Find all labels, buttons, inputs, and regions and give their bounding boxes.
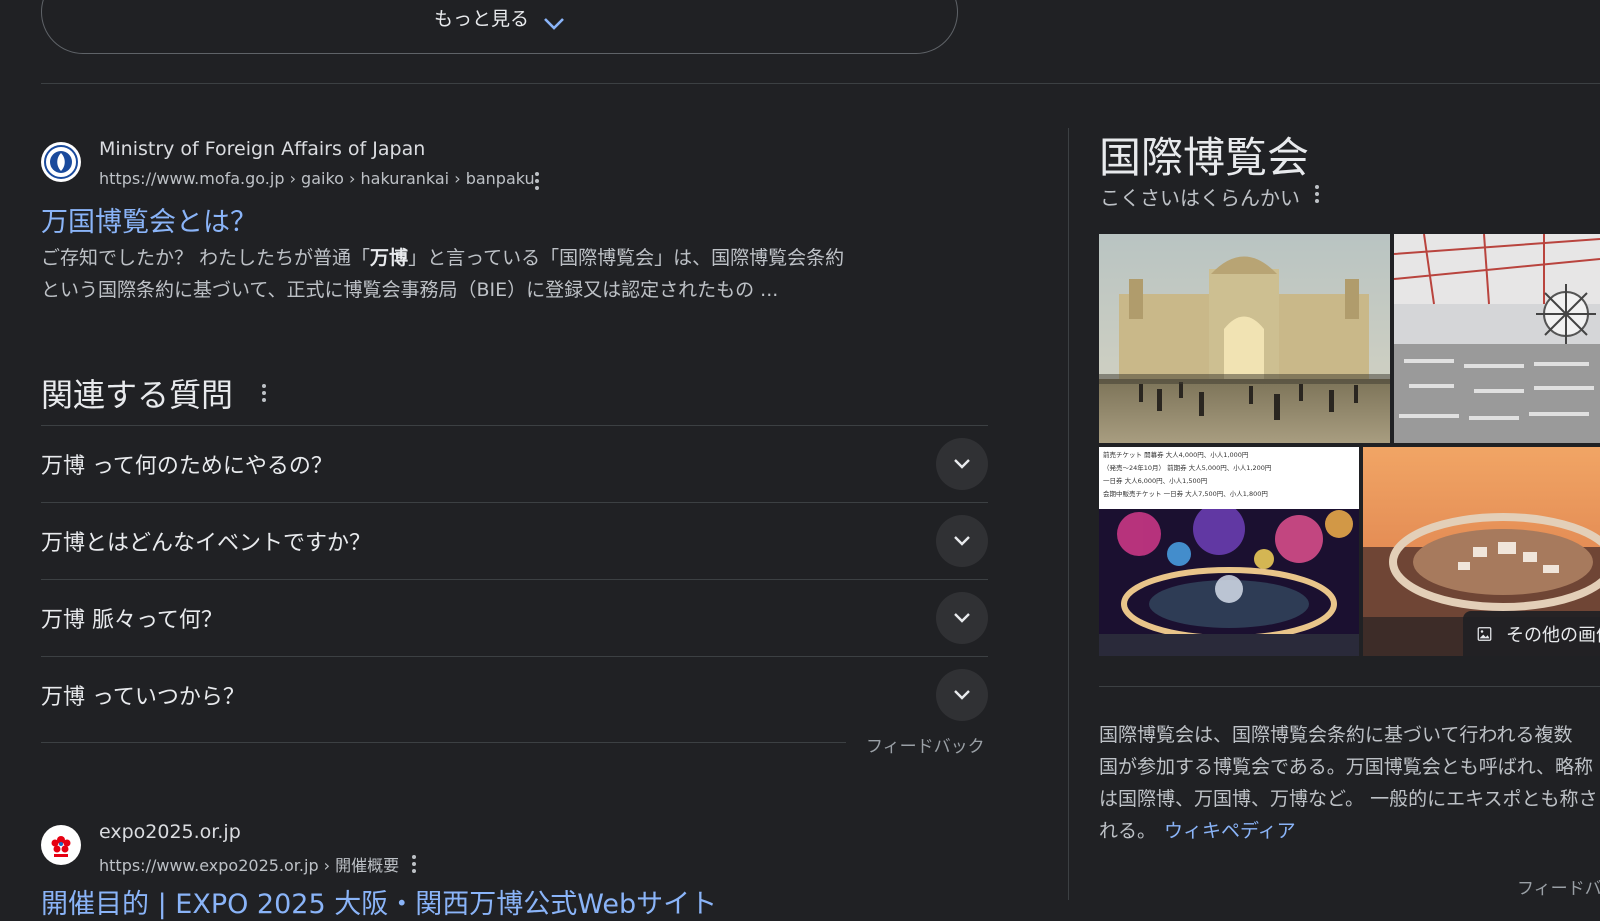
image-tile-stadium[interactable] — [1394, 234, 1600, 443]
fireworks-expo-image — [1099, 503, 1359, 656]
expand-question-button[interactable] — [936, 668, 988, 721]
result-title-link[interactable]: 万国博覧会とは？ — [41, 200, 257, 239]
result-options-icon[interactable] — [411, 855, 417, 873]
knowledge-panel-reading: こくさいはくらんかい — [1100, 186, 1300, 210]
chevron-down-icon — [544, 18, 564, 30]
knowledge-panel-divider — [1068, 128, 1069, 900]
show-more-button[interactable]: もっと見る — [41, 0, 958, 54]
related-questions-heading: 関連する質問 — [41, 376, 234, 414]
expand-question-button[interactable] — [936, 514, 988, 567]
expand-question-button[interactable] — [936, 591, 988, 644]
snippet-bold-text: 万博 — [370, 247, 409, 269]
related-question-text: 万博 って何のためにやるの？ — [41, 453, 333, 479]
related-question-text: 万博 脈々って何？ — [41, 607, 223, 633]
description-line: は国際博、万国博、万博など。 一般的にエキスポとも称さ — [1099, 788, 1598, 810]
knowledge-panel-feedback-link[interactable]: フィードバック — [1517, 874, 1600, 899]
image-tile-palace[interactable] — [1099, 234, 1390, 443]
show-more-label: もっと見る — [433, 8, 529, 30]
chevron-down-icon — [954, 458, 970, 469]
more-images-button[interactable]: その他の画像 — [1463, 611, 1600, 656]
expo2025-favicon-icon — [41, 825, 81, 865]
snippet-text: ご存知でしたか？ わたしたちが普通「 — [41, 247, 371, 269]
image-icon — [1477, 626, 1492, 641]
ticket-line: 一日券 大人6,000円、小人1,500円 — [1103, 477, 1208, 485]
related-question-row[interactable]: 万博 脈々って何？ — [41, 579, 988, 655]
snippet-text: という国際条約に基づいて、正式に博覧会事務局（BIE）に登録又は認定されたもの … — [41, 279, 779, 301]
related-questions-options-icon[interactable] — [261, 384, 267, 402]
section-divider — [41, 83, 1600, 84]
description-line: 国が参加する博覧会である。万国博覧会とも呼ばれ、略称 — [1099, 756, 1594, 778]
related-question-text: 万博 っていつから？ — [41, 684, 245, 710]
ticket-line: 前売チケット 開幕券 大人4,000円、小人1,000円 — [1103, 451, 1249, 459]
ticket-line: 会期中販売チケット 一日券 大人7,500円、小人1,800円 — [1103, 490, 1268, 498]
ticket-line: （発売〜24年10月） 前期券 大人5,000円、小人1,200円 — [1103, 464, 1272, 472]
chevron-down-icon — [954, 535, 970, 546]
knowledge-panel-title: 国際博覧会 — [1099, 133, 1310, 182]
description-line: れる。 — [1099, 820, 1157, 842]
description-line-last: れる。 ウィキペディア — [1099, 815, 1600, 847]
more-images-label: その他の画像 — [1506, 624, 1600, 646]
result-site-name[interactable]: expo2025.or.jp — [99, 821, 241, 843]
snippet-text: 」と言っている「国際博覧会」は、国際博覧会条約 — [408, 247, 845, 269]
chevron-down-icon — [954, 689, 970, 700]
related-question-text: 万博とはどんなイベントですか？ — [41, 530, 372, 556]
stadium-exhibition-image — [1394, 234, 1600, 443]
result-url[interactable]: https://www.expo2025.or.jp › 開催概要 — [99, 852, 399, 876]
result-options-icon[interactable] — [534, 172, 540, 190]
related-question-row[interactable]: 万博 って何のためにやるの？ — [41, 425, 988, 501]
ticket-price-table: 前売チケット 開幕券 大人4,000円、小人1,000円 （発売〜24年10月）… — [1099, 447, 1359, 509]
related-question-row[interactable]: 万博とはどんなイベントですか？ — [41, 502, 988, 578]
related-questions-divider — [41, 742, 846, 743]
result-site-name[interactable]: Ministry of Foreign Affairs of Japan — [99, 138, 425, 160]
result-snippet: ご存知でしたか？ わたしたちが普通「万博」と言っている「国際博覧会」は、国際博覧… — [41, 242, 911, 306]
palace-exhibition-image — [1099, 234, 1390, 443]
description-line: 国際博覧会は、国際博覧会条約に基づいて行われる複数 — [1099, 724, 1573, 746]
image-tile-tickets-fireworks[interactable]: 前売チケット 開幕券 大人4,000円、小人1,000円 （発売〜24年10月）… — [1099, 447, 1359, 656]
related-questions-feedback-link[interactable]: フィードバック — [866, 732, 985, 757]
mofa-favicon-icon — [41, 142, 81, 182]
knowledge-panel-options-icon[interactable] — [1314, 185, 1320, 203]
result-url[interactable]: https://www.mofa.go.jp › gaiko › hakuran… — [99, 169, 535, 188]
wikipedia-source-link[interactable]: ウィキペディア — [1164, 820, 1296, 842]
related-question-row[interactable]: 万博 っていつから？ — [41, 656, 988, 732]
result-title-link[interactable]: 開催目的 | EXPO 2025 大阪・関西万博公式Webサイト — [41, 882, 717, 921]
knowledge-panel-images-divider — [1099, 686, 1600, 687]
chevron-down-icon — [954, 612, 970, 623]
expand-question-button[interactable] — [936, 437, 988, 490]
knowledge-panel-description: 国際博覧会は、国際博覧会条約に基づいて行われる複数 国が参加する博覧会である。万… — [1099, 719, 1600, 847]
